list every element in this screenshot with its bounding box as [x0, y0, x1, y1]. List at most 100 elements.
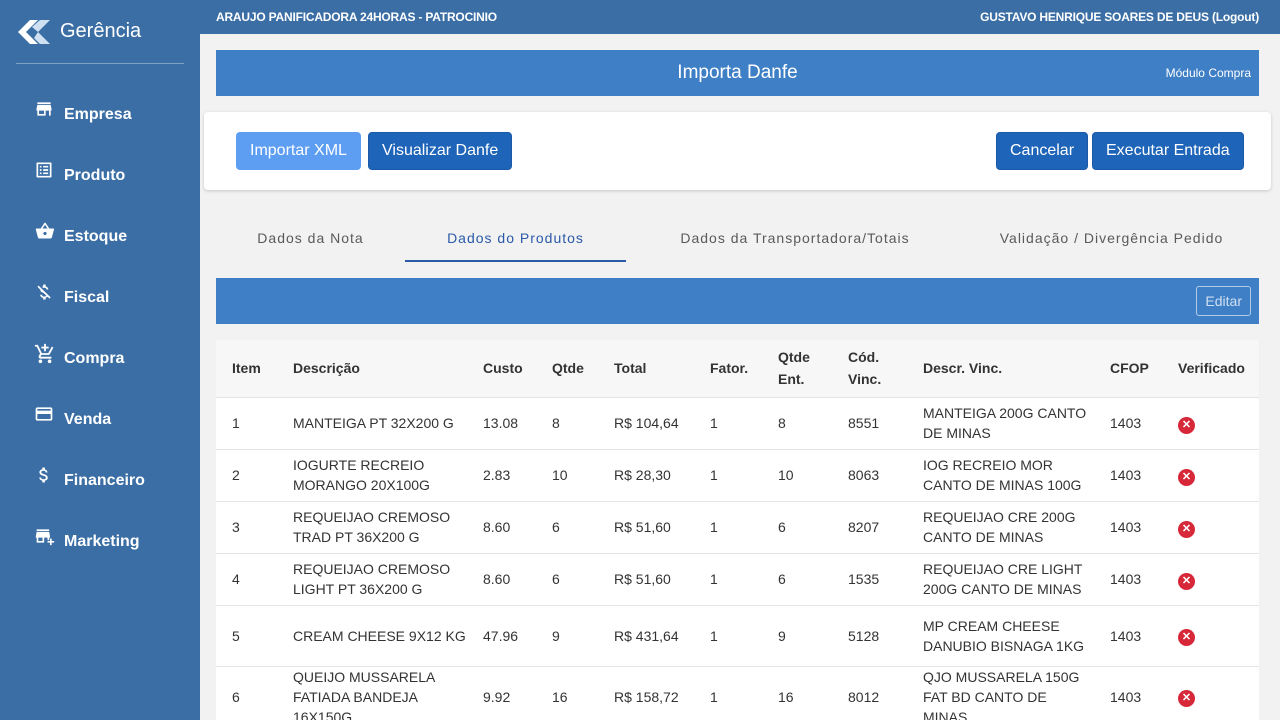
- sidebar-item-venda[interactable]: Venda: [0, 389, 200, 450]
- column-header[interactable]: Descr. Vinc.: [907, 340, 1094, 397]
- table-row[interactable]: 6 QUEIJO MUSSARELA FATIADA BANDEJA 16X15…: [216, 665, 1259, 720]
- error-icon[interactable]: ✕: [1178, 690, 1195, 708]
- table-row[interactable]: 1 MANTEIGA PT 32X200 G 13.08 8 R$ 104,64…: [216, 396, 1259, 449]
- cell-linked-description: QJO MUSSARELA 150G FAT BD CANTO DE MINAS: [907, 665, 1094, 720]
- sidebar-item-estoque[interactable]: Estoque: [0, 206, 200, 267]
- edit-button[interactable]: Editar: [1196, 286, 1251, 316]
- action-toolbar: Importar XML Visualizar Danfe Cancelar E…: [204, 112, 1271, 190]
- cell-description: CREAM CHEESE 9X12 KG: [277, 604, 467, 666]
- dollar-icon: [34, 465, 54, 485]
- cell-qty: 9: [536, 604, 598, 666]
- store-icon: [34, 99, 54, 119]
- tab-validacao[interactable]: Validação / Divergência Pedido: [964, 214, 1259, 262]
- table-row[interactable]: 2 IOGURTE RECREIO MORANGO 20X100G 2.83 1…: [216, 448, 1259, 501]
- page-header: Importa Danfe Módulo Compra: [216, 50, 1259, 96]
- page-title: Importa Danfe: [677, 62, 798, 83]
- cell-verified: ✕: [1162, 396, 1259, 449]
- sidebar-item-label: Compra: [64, 349, 125, 367]
- cancel-button[interactable]: Cancelar: [996, 132, 1089, 170]
- table-row[interactable]: 3 REQUEIJAO CREMOSO TRAD PT 36X200 G 8.6…: [216, 500, 1259, 553]
- cell-linked-code: 1535: [832, 552, 907, 605]
- error-icon[interactable]: ✕: [1178, 416, 1195, 434]
- cell-linked-code: 8207: [832, 500, 907, 553]
- logo-icon: [16, 17, 52, 47]
- cell-cost: 8.60: [467, 500, 536, 553]
- sidebar-item-compra[interactable]: Compra: [0, 328, 200, 389]
- error-icon[interactable]: ✕: [1178, 520, 1195, 538]
- cell-item: 2: [216, 448, 277, 501]
- cell-cfop: 1403: [1094, 500, 1162, 553]
- view-danfe-button[interactable]: Visualizar Danfe: [368, 132, 513, 170]
- cell-total: R$ 104,64: [598, 396, 694, 449]
- cell-verified: ✕: [1162, 448, 1259, 501]
- products-table-container: Item Descrição Custo Qtde Total Fator. Q…: [216, 340, 1259, 720]
- column-header[interactable]: CFOP: [1094, 340, 1162, 397]
- cell-description: QUEIJO MUSSARELA FATIADA BANDEJA 16X150G: [277, 665, 467, 720]
- brand-title: Gerência: [60, 20, 142, 42]
- basket-icon: [34, 221, 54, 241]
- table-row[interactable]: 4 REQUEIJAO CREMOSO LIGHT PT 36X200 G 8.…: [216, 552, 1259, 605]
- cell-cfop: 1403: [1094, 448, 1162, 501]
- table-row[interactable]: 5 CREAM CHEESE 9X12 KG 47.96 9 R$ 431,64…: [216, 604, 1259, 666]
- column-header[interactable]: Qtde Ent.: [762, 340, 832, 397]
- cell-total: R$ 28,30: [598, 448, 694, 501]
- user-logout-link[interactable]: GUSTAVO HENRIQUE SOARES DE DEUS (Logout): [980, 10, 1259, 24]
- cell-linked-description: REQUEIJAO CRE LIGHT 200G CANTO DE MINAS: [907, 552, 1094, 605]
- column-header[interactable]: Item: [216, 340, 277, 397]
- add-business-icon: [34, 526, 55, 546]
- cell-factor: 1: [694, 604, 762, 666]
- error-icon[interactable]: ✕: [1178, 468, 1195, 486]
- cell-cost: 13.08: [467, 396, 536, 449]
- cell-item: 1: [216, 396, 277, 449]
- cell-cost: 2.83: [467, 448, 536, 501]
- column-header[interactable]: Total: [598, 340, 694, 397]
- sidebar-item-label: Empresa: [64, 105, 132, 123]
- sidebar-item-fiscal[interactable]: Fiscal: [0, 267, 200, 328]
- cell-linked-code: 8063: [832, 448, 907, 501]
- sidebar-item-marketing[interactable]: Marketing: [0, 511, 200, 572]
- cell-linked-code: 8012: [832, 665, 907, 720]
- sidebar-item-label: Produto: [64, 166, 126, 184]
- column-header[interactable]: Qtde: [536, 340, 598, 397]
- error-icon[interactable]: ✕: [1178, 572, 1195, 590]
- sidebar-item-financeiro[interactable]: Financeiro: [0, 450, 200, 511]
- money-off-icon: [34, 282, 54, 302]
- column-header[interactable]: Custo: [467, 340, 536, 397]
- add-cart-icon: [34, 343, 54, 363]
- cell-qty: 10: [536, 448, 598, 501]
- cell-item: 3: [216, 500, 277, 553]
- table-header-row: Item Descrição Custo Qtde Total Fator. Q…: [216, 340, 1259, 397]
- cell-cfop: 1403: [1094, 552, 1162, 605]
- cell-qty-entry: 6: [762, 552, 832, 605]
- cell-verified: ✕: [1162, 604, 1259, 666]
- brand[interactable]: Gerência: [16, 0, 184, 64]
- cell-linked-description: IOG RECREIO MOR CANTO DE MINAS 100G: [907, 448, 1094, 501]
- sidebar-item-empresa[interactable]: Empresa: [0, 84, 200, 145]
- tab-dados-transportadora[interactable]: Dados da Transportadora/Totais: [626, 214, 964, 262]
- sidebar-item-label: Marketing: [64, 532, 140, 550]
- cell-cfop: 1403: [1094, 665, 1162, 720]
- import-xml-button[interactable]: Importar XML: [236, 132, 361, 170]
- column-header[interactable]: Cód. Vinc.: [832, 340, 907, 397]
- execute-entry-button[interactable]: Executar Entrada: [1092, 132, 1244, 170]
- table-toolbar: Editar: [216, 278, 1259, 324]
- sidebar-item-produto[interactable]: Produto: [0, 145, 200, 206]
- tab-dados-nota[interactable]: Dados da Nota: [216, 214, 405, 262]
- cell-factor: 1: [694, 500, 762, 553]
- cell-qty-entry: 6: [762, 500, 832, 553]
- cell-cfop: 1403: [1094, 396, 1162, 449]
- sidebar: Gerência Empresa Produto Estoque Fiscal: [0, 0, 200, 720]
- column-header[interactable]: Verificado: [1162, 340, 1259, 397]
- sidebar-item-label: Venda: [64, 410, 112, 428]
- cell-description: REQUEIJAO CREMOSO TRAD PT 36X200 G: [277, 500, 467, 553]
- cell-item: 5: [216, 604, 277, 666]
- error-icon[interactable]: ✕: [1178, 629, 1195, 646]
- column-header[interactable]: Descrição: [277, 340, 467, 397]
- cell-total: R$ 431,64: [598, 604, 694, 666]
- tab-dados-produtos[interactable]: Dados do Produtos: [405, 214, 626, 262]
- cell-cfop: 1403: [1094, 604, 1162, 666]
- company-name: ARAUJO PANIFICADORA 24HORAS - PATROCINIO: [216, 10, 497, 24]
- cell-verified: ✕: [1162, 500, 1259, 553]
- column-header[interactable]: Fator.: [694, 340, 762, 397]
- cell-verified: ✕: [1162, 665, 1259, 720]
